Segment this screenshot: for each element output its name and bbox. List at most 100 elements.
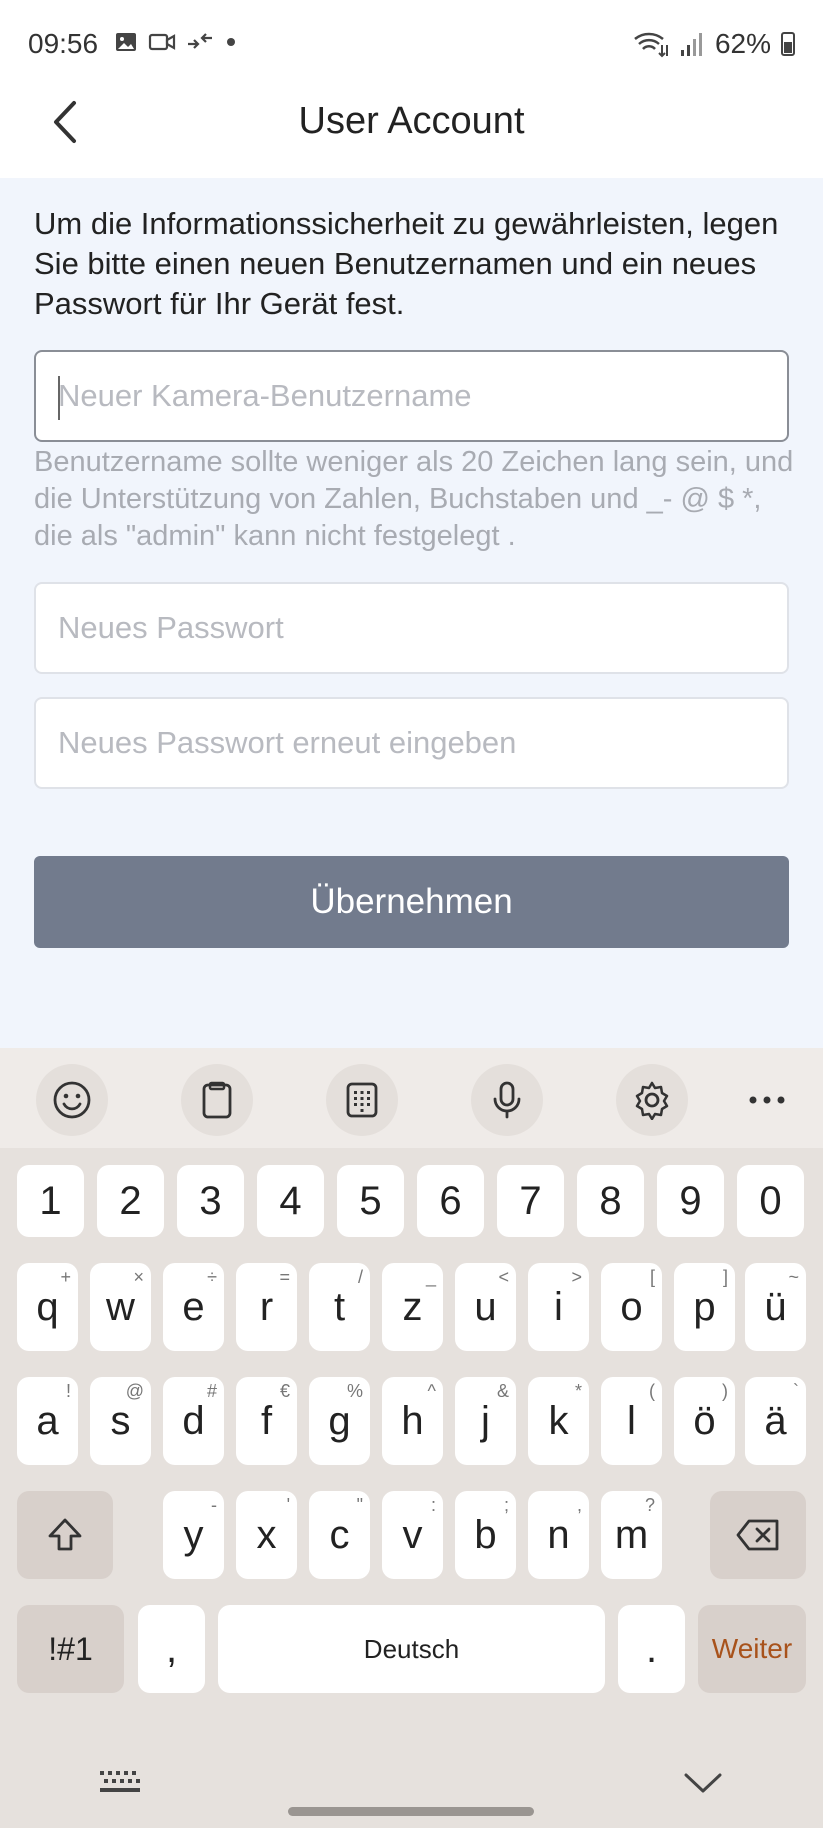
keypad-button[interactable] — [326, 1064, 398, 1136]
space-key[interactable]: Deutsch — [218, 1605, 605, 1693]
symbols-key[interactable]: !#1 — [17, 1605, 124, 1693]
username-input[interactable] — [36, 352, 787, 440]
backspace-key[interactable] — [710, 1491, 806, 1579]
key-alt: × — [133, 1267, 144, 1287]
key-s[interactable]: s @ — [90, 1377, 151, 1465]
more-options-button[interactable] — [731, 1064, 803, 1136]
key-3[interactable]: 3 — [177, 1165, 244, 1237]
confirm-password-field[interactable] — [34, 697, 789, 789]
key-u[interactable]: u < — [455, 1263, 516, 1351]
key-b[interactable]: b; — [455, 1491, 516, 1579]
microphone-icon — [493, 1081, 521, 1119]
key-q[interactable]: q + — [17, 1263, 78, 1351]
key-1[interactable]: 1 — [17, 1165, 84, 1237]
key-c[interactable]: c " — [309, 1491, 370, 1579]
submit-button[interactable]: Übernehmen — [34, 856, 789, 948]
key-alt: ! — [65, 1381, 71, 1401]
intro-text: Um die Informationssicherheit zu gewährl… — [34, 206, 779, 321]
key-ae[interactable]: ä ` — [745, 1377, 806, 1465]
keypad-icon — [346, 1082, 378, 1118]
hide-keyboard-button[interactable] — [682, 1770, 724, 1801]
key-i[interactable]: i > — [528, 1263, 589, 1351]
key-alt: ; — [503, 1495, 509, 1515]
key-label: ö — [693, 1398, 716, 1443]
key-j[interactable]: j & — [455, 1377, 516, 1465]
key-label: x — [256, 1512, 277, 1557]
key-label: ü — [764, 1284, 787, 1329]
key-label: w — [106, 1284, 135, 1329]
username-field[interactable] — [34, 350, 789, 442]
signal-icon — [680, 33, 702, 56]
emoji-icon — [53, 1081, 91, 1119]
key-d[interactable]: d # — [163, 1377, 224, 1465]
key-alt: @ — [125, 1381, 144, 1401]
key-a[interactable]: a! — [17, 1377, 78, 1465]
keyboard-switch-button[interactable] — [98, 1768, 144, 1803]
battery-icon — [781, 32, 795, 56]
chevron-down-icon — [684, 1773, 722, 1793]
key-label: e — [182, 1284, 205, 1329]
key-g[interactable]: g% — [309, 1377, 370, 1465]
key-5[interactable]: 5 — [337, 1165, 404, 1237]
comma-key[interactable]: , — [138, 1605, 205, 1693]
key-alt: ÷ — [207, 1267, 217, 1287]
key-h[interactable]: h ^ — [382, 1377, 443, 1465]
key-6[interactable]: 6 — [417, 1165, 484, 1237]
voice-input-button[interactable] — [471, 1064, 543, 1136]
key-n[interactable]: n, — [528, 1491, 589, 1579]
keyboard-toolbar — [0, 1048, 823, 1148]
key-0[interactable]: 0 — [737, 1165, 804, 1237]
account-form: Um die Informationssicherheit zu gewährl… — [0, 178, 823, 1048]
key-2[interactable]: 2 — [97, 1165, 164, 1237]
key-label: q — [36, 1284, 59, 1329]
key-7[interactable]: 7 — [497, 1165, 564, 1237]
key-z[interactable]: z _ — [382, 1263, 443, 1351]
key-m[interactable]: m? — [601, 1491, 662, 1579]
key-alt: ^ — [427, 1381, 436, 1401]
enter-key[interactable]: Weiter — [698, 1605, 806, 1693]
key-k[interactable]: k * — [528, 1377, 589, 1465]
key-alt: ( — [649, 1381, 655, 1401]
key-alt: = — [279, 1267, 290, 1287]
status-right: 62% — [633, 28, 795, 60]
dot-icon — [227, 38, 235, 46]
key-ue[interactable]: ü ~ — [745, 1263, 806, 1351]
key-label: a — [36, 1398, 59, 1443]
key-label: j — [481, 1398, 490, 1443]
home-indicator[interactable] — [288, 1807, 534, 1816]
shift-key[interactable] — [17, 1491, 113, 1579]
key-alt: ) — [722, 1381, 728, 1401]
key-alt: / — [357, 1267, 363, 1287]
key-v[interactable]: v: — [382, 1491, 443, 1579]
key-alt: : — [430, 1495, 436, 1515]
password-field[interactable] — [34, 582, 789, 674]
key-l[interactable]: l( — [601, 1377, 662, 1465]
key-label: m — [614, 1512, 649, 1557]
key-p[interactable]: p] — [674, 1263, 735, 1351]
password-input[interactable] — [36, 584, 787, 672]
key-oe[interactable]: ö) — [674, 1377, 735, 1465]
keyboard-settings-button[interactable] — [616, 1064, 688, 1136]
key-label: v — [402, 1512, 423, 1557]
key-label: c — [329, 1512, 350, 1557]
emoji-button[interactable] — [36, 1064, 108, 1136]
key-e[interactable]: e ÷ — [163, 1263, 224, 1351]
clipboard-button[interactable] — [181, 1064, 253, 1136]
key-9[interactable]: 9 — [657, 1165, 724, 1237]
key-t[interactable]: t / — [309, 1263, 370, 1351]
key-alt: ~ — [788, 1267, 799, 1287]
key-x[interactable]: x ' — [236, 1491, 297, 1579]
key-8[interactable]: 8 — [577, 1165, 644, 1237]
key-label: l — [627, 1398, 636, 1443]
key-w[interactable]: w × — [90, 1263, 151, 1351]
key-f[interactable]: f € — [236, 1377, 297, 1465]
key-4[interactable]: 4 — [257, 1165, 324, 1237]
key-y[interactable]: y- — [163, 1491, 224, 1579]
key-r[interactable]: r = — [236, 1263, 297, 1351]
key-o[interactable]: o[ — [601, 1263, 662, 1351]
key-alt: + — [60, 1267, 71, 1287]
key-alt: ' — [286, 1495, 290, 1515]
period-key[interactable]: . — [618, 1605, 685, 1693]
key-alt: * — [574, 1381, 582, 1401]
confirm-password-input[interactable] — [36, 699, 787, 787]
